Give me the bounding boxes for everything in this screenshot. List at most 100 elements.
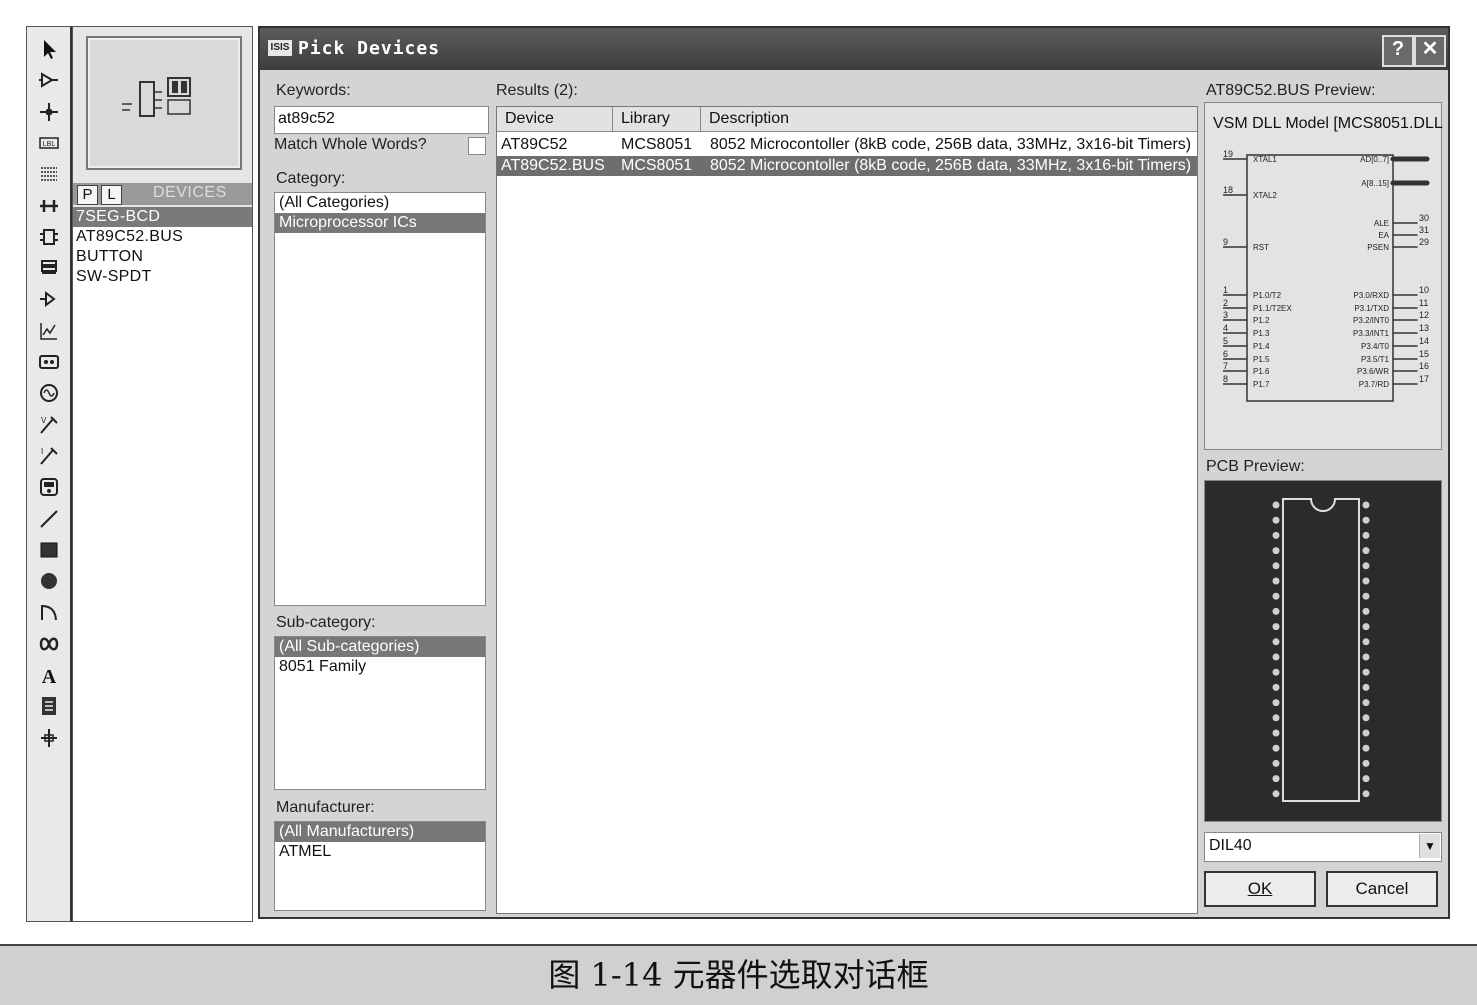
library-manager-button[interactable]: L	[101, 185, 122, 205]
pin-number: 5	[1223, 336, 1228, 346]
category-list-item[interactable]: (All Categories)	[275, 193, 485, 213]
keywords-input[interactable]: at89c52	[274, 106, 489, 134]
column-device[interactable]: Device	[497, 107, 613, 131]
manufacturer-list[interactable]: (All Manufacturers) ATMEL	[274, 821, 486, 911]
results-header: Device Library Description	[497, 107, 1197, 132]
svg-text:LBL: LBL	[43, 141, 56, 148]
pcb-pad	[1362, 759, 1370, 767]
svg-text:A: A	[42, 666, 57, 687]
pin-name: P3.5/T1	[1361, 355, 1390, 364]
device-list-item[interactable]: BUTTON	[73, 247, 252, 267]
text-icon[interactable]: A	[31, 661, 67, 689]
line-icon[interactable]	[31, 505, 67, 533]
bus-icon[interactable]	[31, 192, 67, 220]
text-script-icon[interactable]	[31, 160, 67, 188]
graph-icon[interactable]	[31, 317, 67, 345]
category-list[interactable]: (All Categories) Microprocessor ICs	[274, 192, 486, 606]
pcb-pad	[1272, 653, 1280, 661]
virtual-instrument-icon[interactable]	[31, 473, 67, 501]
preview-model-text: VSM DLL Model [MCS8051.DLL	[1213, 115, 1443, 132]
results-cell-device: AT89C52.BUS	[501, 157, 605, 174]
results-row[interactable]: AT89C52.BUS MCS8051 8052 Microcontoller (8…	[497, 156, 1197, 176]
circle-icon[interactable]	[31, 567, 67, 595]
symbol-icon[interactable]	[31, 692, 67, 720]
package-select[interactable]: DIL40 ▼	[1204, 832, 1442, 862]
results-cell-description: 8052 Microcontoller (8kB code, 256B data…	[710, 157, 1192, 174]
voltage-probe-icon[interactable]: V	[31, 411, 67, 439]
column-library[interactable]: Library	[613, 107, 701, 131]
results-cell-library: MCS8051	[621, 136, 693, 153]
pin-number: 16	[1419, 361, 1429, 371]
subcategory-list-item[interactable]: (All Sub-categories)	[275, 637, 485, 657]
arc-icon[interactable]	[31, 598, 67, 626]
pin-name: AD[0..7]	[1360, 155, 1389, 164]
pin-name: PSEN	[1367, 243, 1389, 252]
pick-devices-button[interactable]: P	[77, 185, 98, 205]
pin-name: P3.2/INT0	[1353, 316, 1390, 325]
current-probe-icon[interactable]: I	[31, 442, 67, 470]
pin-number: 19	[1223, 149, 1233, 159]
path-icon[interactable]	[31, 630, 67, 658]
pcb-pad	[1272, 592, 1280, 600]
pin-number: 29	[1419, 237, 1429, 247]
pin-number: 7	[1223, 361, 1228, 371]
pin-number: 4	[1223, 323, 1228, 333]
pin-name: XTAL2	[1253, 191, 1277, 200]
pin-name: P1.1/T2EX	[1253, 304, 1292, 313]
box-icon[interactable]	[31, 536, 67, 564]
generator-icon[interactable]	[31, 379, 67, 407]
component-icon[interactable]	[31, 66, 67, 94]
junction-dot-icon[interactable]	[31, 98, 67, 126]
pin-name: A[8..15]	[1361, 179, 1389, 188]
device-list-item[interactable]: AT89C52.BUS	[73, 227, 252, 247]
results-cell-device: AT89C52	[501, 136, 568, 153]
keywords-label: Keywords:	[276, 82, 351, 99]
cancel-button[interactable]: Cancel	[1326, 871, 1438, 907]
ok-button-label: OK	[1247, 879, 1273, 898]
pin-number: 17	[1419, 374, 1429, 384]
subcategory-list[interactable]: (All Sub-categories) 8051 Family	[274, 636, 486, 790]
schematic-symbol: 19 XTAL1 18 XTAL2 9 RST 1 P1.0/T2 2 P1.1/T2EX 3 P1.…	[1223, 149, 1430, 402]
svg-text:V: V	[41, 416, 47, 425]
column-description[interactable]: Description	[701, 107, 1195, 131]
pin-number: 10	[1419, 285, 1429, 295]
tape-recorder-icon[interactable]	[31, 348, 67, 376]
manufacturer-list-item[interactable]: (All Manufacturers)	[275, 822, 485, 842]
help-button[interactable]: ?	[1382, 35, 1414, 67]
ok-button[interactable]: OK	[1204, 871, 1316, 907]
pcb-pad	[1362, 501, 1370, 509]
marker-icon[interactable]	[31, 724, 67, 752]
pcb-pad	[1272, 562, 1280, 570]
pin-number: 11	[1419, 298, 1428, 308]
select-arrow-icon[interactable]	[31, 35, 67, 63]
pcb-pad	[1272, 683, 1280, 691]
pin-name: P1.4	[1253, 342, 1270, 351]
results-row[interactable]: AT89C52 MCS8051 8052 Microcontoller (8kB c…	[497, 135, 1197, 155]
results-table[interactable]: Device Library Description AT89C52 MCS805…	[496, 106, 1198, 914]
close-button[interactable]: ✕	[1414, 35, 1446, 67]
pin-name: ALE	[1374, 219, 1389, 228]
preview-label: AT89C52.BUS Preview:	[1206, 82, 1376, 99]
category-list-item[interactable]: Microprocessor ICs	[275, 213, 485, 233]
pcb-preview-label: PCB Preview:	[1206, 458, 1305, 475]
device-list-item[interactable]: SW-SPDT	[73, 267, 252, 287]
pcb-pad	[1362, 729, 1370, 737]
pcb-pad	[1362, 547, 1370, 555]
subcircuit-icon[interactable]	[31, 223, 67, 251]
manufacturer-list-item[interactable]: ATMEL	[275, 842, 485, 862]
device-pin-icon[interactable]	[31, 285, 67, 313]
terminal-icon[interactable]	[31, 254, 67, 282]
devices-title: DEVICES	[153, 184, 227, 201]
match-whole-words-checkbox[interactable]	[468, 137, 486, 155]
chevron-down-icon[interactable]: ▼	[1419, 834, 1440, 858]
wire-label-icon[interactable]: LBL	[31, 129, 67, 157]
subcategory-list-item[interactable]: 8051 Family	[275, 657, 485, 677]
device-list[interactable]: 7SEG-BCD AT89C52.BUS BUTTON SW-SPDT	[73, 207, 252, 921]
pin-name: P1.2	[1253, 316, 1270, 325]
pcb-pad	[1272, 668, 1280, 676]
device-tabs: P L DEVICES	[73, 183, 252, 205]
device-list-item[interactable]: 7SEG-BCD	[73, 207, 252, 227]
dialog-titlebar[interactable]: ISIS Pick Devices ? ✕	[260, 28, 1448, 70]
overview-window[interactable]	[86, 36, 242, 170]
match-whole-words-label: Match Whole Words?	[274, 136, 427, 153]
